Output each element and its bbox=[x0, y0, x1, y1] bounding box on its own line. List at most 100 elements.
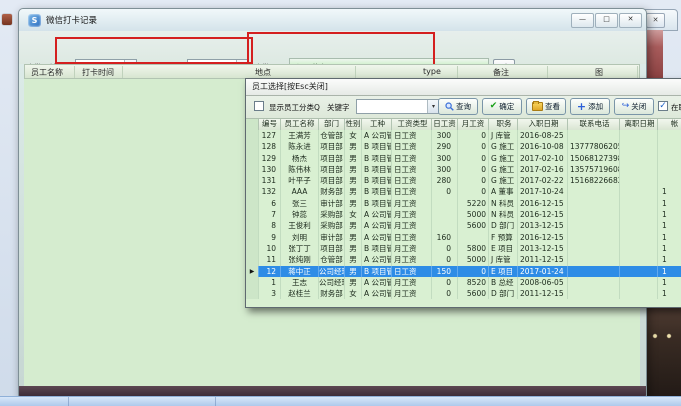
view-button[interactable]: 查看 bbox=[526, 98, 566, 115]
grid-cell: 张三 bbox=[281, 198, 319, 209]
grid-col-header[interactable]: 帐 bbox=[658, 119, 681, 130]
active-employee-checkbox[interactable]: ✓ bbox=[658, 101, 668, 111]
confirm-button[interactable]: ✔ 确定 bbox=[482, 98, 522, 115]
grid-cell: 128 bbox=[259, 141, 281, 152]
grid-cell: 0 bbox=[458, 153, 489, 164]
grid-cell: B 总经 bbox=[489, 277, 518, 288]
grid-row[interactable]: 131叶平子项目部男B 项目管理日工资2800G 施工2017-02-22151… bbox=[246, 175, 681, 186]
grid-cell: E 项目 bbox=[489, 243, 518, 254]
grid-cell: 张纯刚 bbox=[281, 254, 319, 265]
main-col-header[interactable]: 员工名称 bbox=[31, 67, 63, 78]
button-label: 添加 bbox=[588, 101, 603, 112]
main-titlebar[interactable]: S 微信打卡记录 — □ ✕ bbox=[19, 9, 646, 32]
grid-cell: 8520 bbox=[458, 277, 489, 288]
main-col-header[interactable]: 打卡时间 bbox=[82, 67, 114, 78]
record-selector bbox=[246, 186, 259, 197]
record-selector bbox=[246, 254, 259, 265]
record-selector bbox=[246, 288, 259, 299]
grid-col-header[interactable]: 联系电话 bbox=[568, 119, 620, 130]
grid-col-header[interactable]: 编号 bbox=[259, 119, 281, 130]
grid-col-header[interactable]: 工资类型 bbox=[392, 119, 432, 130]
grid-cell: 陈永进 bbox=[281, 141, 319, 152]
grid-cell: 300 bbox=[432, 153, 458, 164]
record-selector bbox=[246, 243, 259, 254]
grid-cell: 财务部 bbox=[319, 288, 345, 299]
dialog-title[interactable]: 员工选择[按Esc关闭] bbox=[246, 79, 681, 96]
grid-cell: 0 bbox=[432, 254, 458, 265]
main-col-header[interactable]: type bbox=[423, 67, 441, 76]
grid-cell: 蒋中正 bbox=[281, 266, 319, 277]
grid-col-header[interactable]: 员工名称 bbox=[281, 119, 319, 130]
grid-col-header[interactable]: 月工资 bbox=[458, 119, 489, 130]
grid-row[interactable]: 132AAA财务部男B 项目管理日工资00A 董事2017-10-241 bbox=[246, 186, 681, 197]
grid-cell: A 董事 bbox=[489, 186, 518, 197]
grid-col-header[interactable]: 部门 bbox=[319, 119, 345, 130]
grid-cell: 1 bbox=[658, 209, 681, 220]
back-window-close-button[interactable]: ✕ bbox=[646, 13, 665, 28]
grid-row[interactable]: 3赵桂兰财务部女A 公司管理月工资05600D 部门2011-12-151 bbox=[246, 288, 681, 299]
grid-cell: 0 bbox=[458, 186, 489, 197]
close-button[interactable]: ✕ bbox=[619, 13, 642, 28]
grid-col-header[interactable]: 离职日期 bbox=[620, 119, 658, 130]
main-col-header[interactable]: 地点 bbox=[255, 67, 271, 78]
grid-cell: 2016-12-15 bbox=[518, 232, 568, 243]
grid-cell: 仓管部 bbox=[319, 130, 345, 141]
grid-cell: 日工资 bbox=[392, 141, 432, 152]
grid-cell: 0 bbox=[432, 288, 458, 299]
grid-cell bbox=[432, 220, 458, 231]
grid-cell: B 项目管理 bbox=[362, 141, 392, 152]
grid-cell: 1 bbox=[658, 220, 681, 231]
keyword-combo[interactable]: ▾ bbox=[356, 99, 440, 114]
grid-row[interactable]: 127王满芳仓管部女A 公司管理日工资3000J 库管2016-08-25 bbox=[246, 130, 681, 141]
taskbar[interactable] bbox=[0, 396, 681, 406]
grid-col-header[interactable]: 入职日期 bbox=[518, 119, 568, 130]
grid-cell: 公司经理 bbox=[319, 277, 345, 288]
grid-col-header[interactable]: 职务 bbox=[489, 119, 518, 130]
minimize-button[interactable]: — bbox=[571, 13, 594, 28]
grid-col-header[interactable]: 日工资 bbox=[432, 119, 458, 130]
grid-cell: 男 bbox=[345, 198, 362, 209]
grid-cell: 2016-08-25 bbox=[518, 130, 568, 141]
grid-cell: 月工资 bbox=[392, 254, 432, 265]
grid-row-selected[interactable]: ▶12蒋中正公司经理男B 项目管理日工资1500E 项目2017-01-241 bbox=[246, 266, 681, 277]
grid-cell: 男 bbox=[345, 232, 362, 243]
grid-col-header[interactable]: 工种 bbox=[362, 119, 392, 130]
show-category-checkbox[interactable] bbox=[254, 101, 264, 111]
grid-cell: 13575719608 bbox=[568, 164, 620, 175]
grid-cell: B 项目管理 bbox=[362, 164, 392, 175]
grid-row[interactable]: 1王志公司经理男A 公司管理月工资08520B 总经2008-06-051 bbox=[246, 277, 681, 288]
main-col-header[interactable]: 备注 bbox=[493, 67, 509, 78]
desktop-app-icon[interactable] bbox=[2, 14, 12, 25]
grid-cell: 月工资 bbox=[392, 209, 432, 220]
grid-row[interactable]: 10张丁丁项目部男B 项目管理月工资05800E 项目2013-12-151 bbox=[246, 243, 681, 254]
maximize-button[interactable]: □ bbox=[595, 13, 618, 28]
grid-cell: 1 bbox=[658, 254, 681, 265]
grid-row[interactable]: 128陈永进项目部男B 项目管理日工资2900G 施工2016-10-08137… bbox=[246, 141, 681, 152]
close-dialog-button[interactable]: ↪ 关闭 bbox=[614, 98, 654, 115]
add-button[interactable]: + 添加 bbox=[570, 98, 610, 115]
grid-row[interactable]: 8王俊利采购部男A 公司管理月工资5600D 部门2013-12-151 bbox=[246, 220, 681, 231]
grid-cell: 0 bbox=[458, 130, 489, 141]
query-button[interactable]: 查询 bbox=[438, 98, 478, 115]
grid-cell: 0 bbox=[432, 243, 458, 254]
grid-row[interactable]: 9刘明审计部男A 公司管理日工资160F 预算2016-12-151 bbox=[246, 232, 681, 243]
grid-cell: 2017-01-24 bbox=[518, 266, 568, 277]
grid-cell: 王志 bbox=[281, 277, 319, 288]
grid-cell: 日工资 bbox=[392, 232, 432, 243]
plus-icon: + bbox=[577, 102, 586, 111]
record-selector bbox=[246, 232, 259, 243]
grid-cell bbox=[458, 232, 489, 243]
grid-cell: 2017-02-10 bbox=[518, 153, 568, 164]
grid-cell: AAA bbox=[281, 186, 319, 197]
grid-row[interactable]: 6张三审计部男B 项目管理月工资5220N 科员2016-12-151 bbox=[246, 198, 681, 209]
grid-row[interactable]: 130陈伟林项目部男B 项目管理日工资3000G 施工2017-02-16135… bbox=[246, 164, 681, 175]
main-col-header[interactable]: 图 bbox=[595, 67, 603, 78]
grid-row[interactable]: 7钟蕊采购部女A 公司管理月工资5000N 科员2016-12-151 bbox=[246, 209, 681, 220]
grid-row[interactable]: 129杨杰项目部男B 项目管理日工资3000G 施工2017-02-101506… bbox=[246, 153, 681, 164]
grid-col-header[interactable]: 性别 bbox=[345, 119, 362, 130]
grid-cell: 2017-02-16 bbox=[518, 164, 568, 175]
grid-cell bbox=[620, 175, 658, 186]
grid-cell: 1 bbox=[658, 288, 681, 299]
grid-cell: 1 bbox=[658, 266, 681, 277]
grid-row[interactable]: 11张纯刚仓管部男A 公司管理月工资05000J 库管2011-12-151 bbox=[246, 254, 681, 265]
